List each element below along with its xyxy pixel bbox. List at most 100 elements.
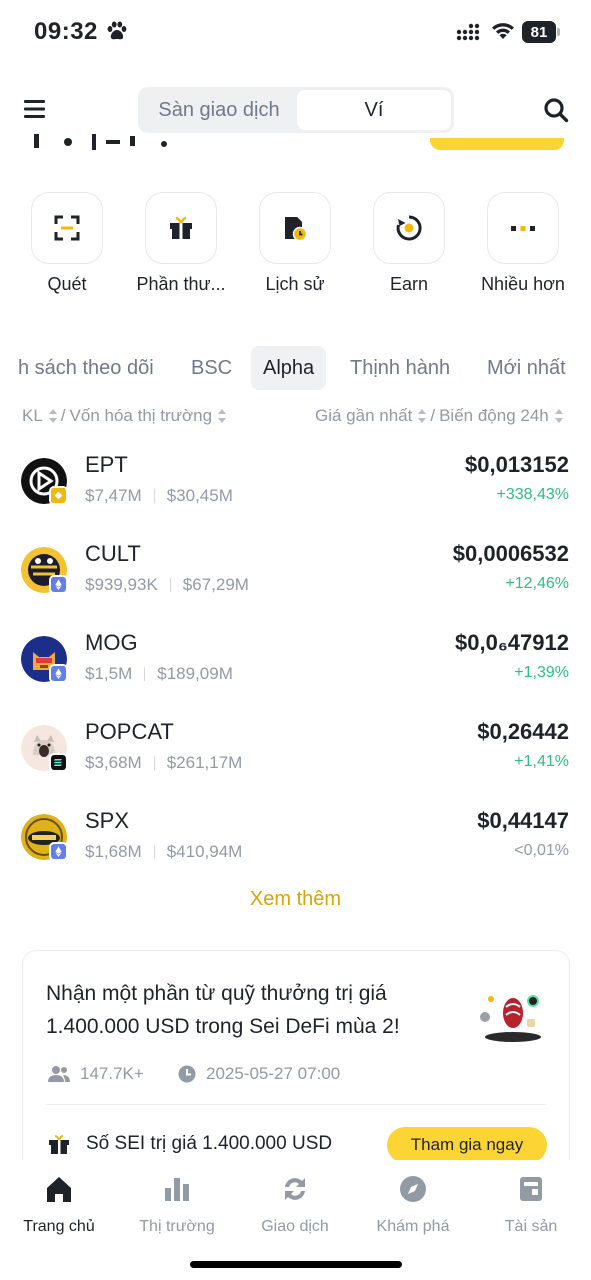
- promo-datetime: 2025-05-27 07:00: [206, 1064, 341, 1083]
- eth-chain-icon: [49, 575, 68, 594]
- more-icon: [511, 226, 535, 231]
- promo-participants: 147.7K+: [48, 1064, 144, 1084]
- nav-label: Thị trường: [139, 1218, 215, 1235]
- battery-level: 81: [522, 21, 556, 43]
- column-header-right: Giá gần nhất / Biến động 24h: [315, 406, 563, 426]
- token-change: +12,46%: [505, 575, 569, 592]
- discover-icon: [400, 1176, 426, 1202]
- tab-newest[interactable]: Mới nhất: [487, 346, 566, 390]
- token-row-popcat[interactable]: POPCAT $3,68M $261,17M $0,26442 +1,41%: [0, 715, 591, 804]
- cellular-signal-icon: [456, 23, 480, 41]
- clock-icon: [178, 1065, 196, 1083]
- markets-icon: [165, 1178, 189, 1201]
- quick-action-label: Quét: [47, 274, 87, 294]
- eth-chain-icon: [49, 842, 68, 861]
- token-price: $0,44147: [477, 808, 569, 833]
- eth-chain-icon: [49, 664, 68, 683]
- scan-icon: [54, 215, 80, 241]
- sort-icon[interactable]: [218, 409, 227, 423]
- token-symbol: MOG: [85, 630, 138, 655]
- quick-action-label: Nhiều hơn: [481, 274, 565, 294]
- nav-home[interactable]: Trang chủ: [0, 1174, 118, 1236]
- token-row-ept[interactable]: EPT $7,47M $30,45M $0,013152 +338,43%: [0, 448, 591, 537]
- scrolled-content-peek: [34, 134, 167, 150]
- token-volume: $7,47M: [85, 486, 142, 505]
- quick-action-history[interactable]: Lịch sử: [245, 192, 345, 295]
- sort-icon[interactable]: [418, 409, 427, 423]
- token-price: $0,0₆47912: [455, 630, 569, 655]
- token-stats: $7,47M $30,45M: [85, 486, 233, 506]
- token-market-cap: $67,29M: [182, 575, 249, 594]
- token-change: +338,43%: [496, 486, 569, 503]
- gift-icon: [49, 1135, 69, 1154]
- token-row-cult[interactable]: CULT $939,93K $67,29M $0,0006532 +12,46%: [0, 537, 591, 626]
- token-market-cap: $30,45M: [166, 486, 233, 505]
- quick-action-rewards[interactable]: Phần thư...: [131, 192, 231, 295]
- segment-exchange[interactable]: Sàn giao dịch: [141, 90, 297, 130]
- column-separator: /: [60, 406, 66, 425]
- quick-action-more[interactable]: Nhiều hơn: [473, 192, 573, 295]
- token-stats: $3,68M $261,17M: [85, 753, 242, 773]
- home-icon: [47, 1177, 71, 1202]
- token-change: +1,39%: [514, 664, 569, 681]
- battery-icon: 81: [522, 21, 560, 43]
- segment-wallet[interactable]: Ví: [297, 90, 451, 130]
- sort-icon[interactable]: [48, 409, 57, 423]
- exchange-wallet-switch: Sàn giao dịch Ví: [138, 87, 454, 133]
- tab-watchlist[interactable]: h sách theo dõi: [18, 346, 154, 390]
- quick-action-earn[interactable]: Earn: [359, 192, 459, 295]
- nav-trade[interactable]: Giao dịch: [236, 1174, 354, 1236]
- tab-bsc[interactable]: BSC: [191, 346, 232, 390]
- quick-action-label: Phần thư...: [136, 274, 226, 294]
- token-market-cap: $261,17M: [166, 753, 243, 772]
- paw-icon: [107, 21, 127, 40]
- sort-volume[interactable]: KL: [22, 406, 43, 426]
- token-row-spx[interactable]: SPX $1,68M $410,94M $0,44147 <0,01%: [0, 804, 591, 893]
- users-icon: [48, 1066, 70, 1082]
- home-indicator: [190, 1261, 402, 1268]
- nav-discover[interactable]: Khám phá: [354, 1174, 472, 1236]
- sort-market-cap[interactable]: Vốn hóa thị trường: [70, 406, 213, 426]
- gift-icon: [170, 216, 192, 239]
- token-symbol: EPT: [85, 452, 128, 477]
- market-tabs: h sách theo dõi BSC Alpha Thịnh hành Mới…: [0, 346, 591, 390]
- column-header-left: KL / Vốn hóa thị trường: [22, 406, 227, 426]
- sol-chain-icon: [49, 753, 68, 772]
- token-stats: $1,5M $189,09M: [85, 664, 233, 684]
- token-symbol: POPCAT: [85, 719, 174, 744]
- nav-label: Giao dịch: [261, 1218, 329, 1235]
- token-market-cap: $410,94M: [166, 842, 243, 861]
- token-row-mog[interactable]: MOG $1,5M $189,09M $0,0₆47912 +1,39%: [0, 626, 591, 715]
- sort-change-24h[interactable]: Biến động 24h: [439, 406, 549, 426]
- trade-icon: [285, 1178, 305, 1200]
- promo-title: Nhận một phần từ quỹ thưởng trị giá 1.40…: [46, 982, 400, 1038]
- tab-trending[interactable]: Thịnh hành: [350, 346, 450, 390]
- token-symbol: CULT: [85, 541, 141, 566]
- wifi-icon: [492, 23, 514, 39]
- nav-markets[interactable]: Thị trường: [118, 1174, 236, 1236]
- token-stats: $1,68M $410,94M: [85, 842, 242, 862]
- sort-icon[interactable]: [554, 409, 563, 423]
- menu-icon[interactable]: [24, 98, 46, 120]
- promo-reward: Số SEI trị giá 1.400.000 USD: [86, 1133, 333, 1154]
- token-stats: $939,93K $67,29M: [85, 575, 249, 595]
- nav-label: Trang chủ: [23, 1218, 95, 1235]
- tab-alpha[interactable]: Alpha: [251, 346, 327, 390]
- quick-action-label: Lịch sử: [265, 274, 325, 294]
- quick-action-scan[interactable]: Quét: [17, 192, 117, 295]
- nav-assets[interactable]: Tài sản: [472, 1174, 590, 1236]
- bsc-chain-icon: [49, 486, 68, 505]
- token-volume: $3,68M: [85, 753, 142, 772]
- join-now-button[interactable]: Tham gia ngay: [387, 1127, 547, 1163]
- token-change: <0,01%: [514, 842, 569, 859]
- status-time: 09:32: [34, 18, 98, 45]
- token-symbol: SPX: [85, 808, 130, 833]
- sort-last-price[interactable]: Giá gần nhất: [315, 406, 412, 426]
- token-change: +1,41%: [514, 753, 569, 770]
- search-icon[interactable]: [543, 97, 569, 123]
- nav-label: Tài sản: [504, 1218, 558, 1235]
- status-bar: 09:32 81: [0, 0, 591, 64]
- quick-action-label: Earn: [389, 274, 429, 294]
- see-more-link[interactable]: Xem thêm: [0, 888, 591, 911]
- token-price: $0,0006532: [452, 541, 569, 566]
